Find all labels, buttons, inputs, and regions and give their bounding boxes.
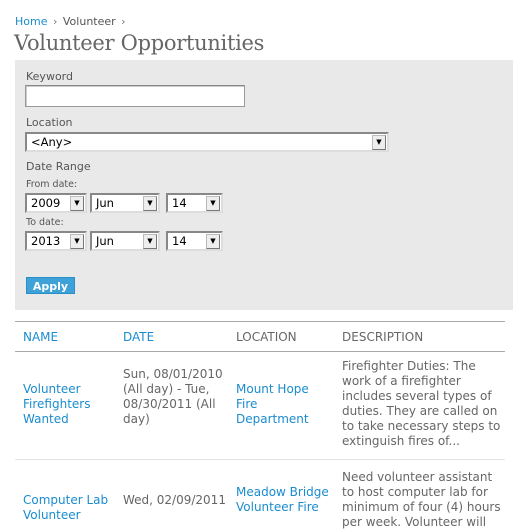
location-select[interactable]: <Any> ▼ <box>25 132 389 152</box>
breadcrumb-separator: › <box>52 15 58 28</box>
keyword-input[interactable] <box>25 85 245 107</box>
breadcrumb-home-link[interactable]: Home <box>15 15 47 28</box>
apply-button[interactable]: Apply <box>26 277 75 294</box>
filter-panel: Keyword Location <Any> ▼ Date Range From… <box>15 60 513 310</box>
table-header-border <box>15 351 505 352</box>
from-month-value: Jun <box>96 196 114 210</box>
chevron-down-icon: ▼ <box>70 234 84 249</box>
row-location-link[interactable]: Meadow Bridge Volunteer Fire <box>236 485 331 515</box>
row-location-link[interactable]: Mount Hope Fire Department <box>236 382 331 427</box>
row-divider <box>15 459 505 460</box>
row-description: Need volunteer assistant to host compute… <box>342 470 501 529</box>
to-day-value: 14 <box>172 234 187 248</box>
date-range-label: Date Range <box>26 160 91 173</box>
keyword-label: Keyword <box>26 70 73 83</box>
breadcrumb: Home › Volunteer › <box>15 15 128 28</box>
from-day-value: 14 <box>172 196 187 210</box>
to-day-select[interactable]: 14 ▼ <box>166 231 223 251</box>
chevron-down-icon: ▼ <box>70 196 84 211</box>
breadcrumb-volunteer: Volunteer <box>62 15 116 28</box>
breadcrumb-separator: › <box>121 15 126 28</box>
column-header-name[interactable]: NAME <box>23 330 58 344</box>
column-header-location: LOCATION <box>236 330 297 344</box>
from-year-value: 2009 <box>31 196 61 210</box>
from-date-label: From date: <box>26 179 78 190</box>
location-label: Location <box>26 116 73 129</box>
from-day-select[interactable]: 14 ▼ <box>166 193 223 213</box>
chevron-down-icon: ▼ <box>206 196 220 211</box>
chevron-down-icon: ▼ <box>206 234 220 249</box>
row-date: Wed, 02/09/2011 <box>123 493 226 507</box>
page-title: Volunteer Opportunities <box>14 31 265 55</box>
chevron-down-icon: ▼ <box>143 196 157 211</box>
row-description: Firefighter Duties: The work of a firefi… <box>342 359 501 448</box>
to-year-value: 2013 <box>31 234 61 248</box>
column-header-description: DESCRIPTION <box>342 330 424 344</box>
row-name-link[interactable]: Computer Lab Volunteer <box>23 493 118 523</box>
from-month-select[interactable]: Jun ▼ <box>90 193 160 213</box>
chevron-down-icon: ▼ <box>372 135 386 150</box>
row-date: Sun, 08/01/2010 (All day) - Tue, 08/30/2… <box>123 367 223 426</box>
to-year-select[interactable]: 2013 ▼ <box>25 231 87 251</box>
to-month-value: Jun <box>96 234 114 248</box>
location-select-value: <Any> <box>31 135 73 149</box>
table-top-border <box>15 321 505 322</box>
from-year-select[interactable]: 2009 ▼ <box>25 193 87 213</box>
row-name-link[interactable]: Volunteer Firefighters Wanted <box>23 382 118 427</box>
to-date-label: To date: <box>26 217 64 228</box>
chevron-down-icon: ▼ <box>143 234 157 249</box>
column-header-date[interactable]: DATE <box>123 330 154 344</box>
to-month-select[interactable]: Jun ▼ <box>90 231 160 251</box>
